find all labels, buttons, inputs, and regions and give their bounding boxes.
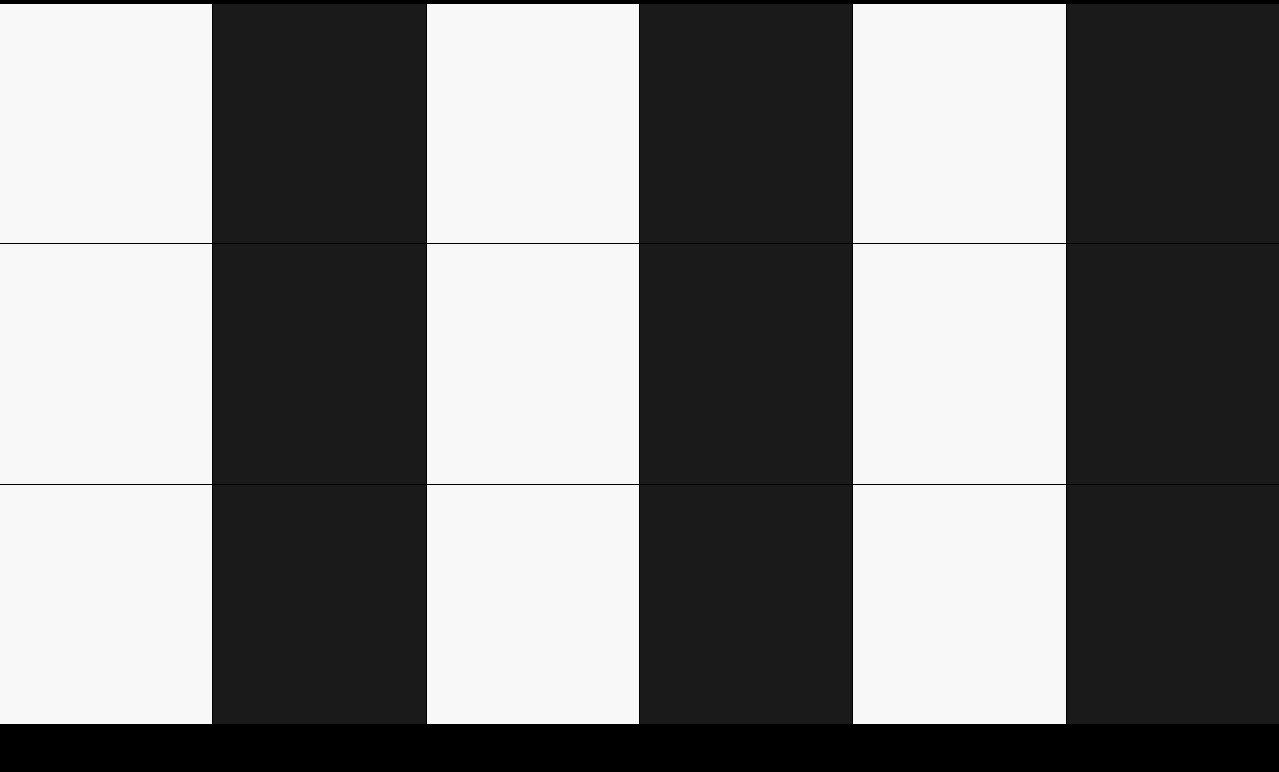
thumb-1-2 [213,4,425,243]
thumb-2-1 [0,244,212,483]
thumb-3-5 [853,485,1065,724]
thumb-2-5 [853,244,1065,483]
thumb-2-2 [213,244,425,483]
thumb-2-4 [640,244,852,483]
thumbnail-grid [0,4,1279,724]
thumb-3-2 [213,485,425,724]
thumb-2-6 [1067,244,1279,483]
thumb-1-5 [853,4,1065,243]
thumb-3-6 [1067,485,1279,724]
thumb-1-4 [640,4,852,243]
thumb-3-4 [640,485,852,724]
thumb-1-3 [427,4,639,243]
thumb-3-1 [0,485,212,724]
thumb-1-6 [1067,4,1279,243]
thumb-1-1 [0,4,212,243]
thumb-2-3 [427,244,639,483]
thumb-3-3 [427,485,639,724]
